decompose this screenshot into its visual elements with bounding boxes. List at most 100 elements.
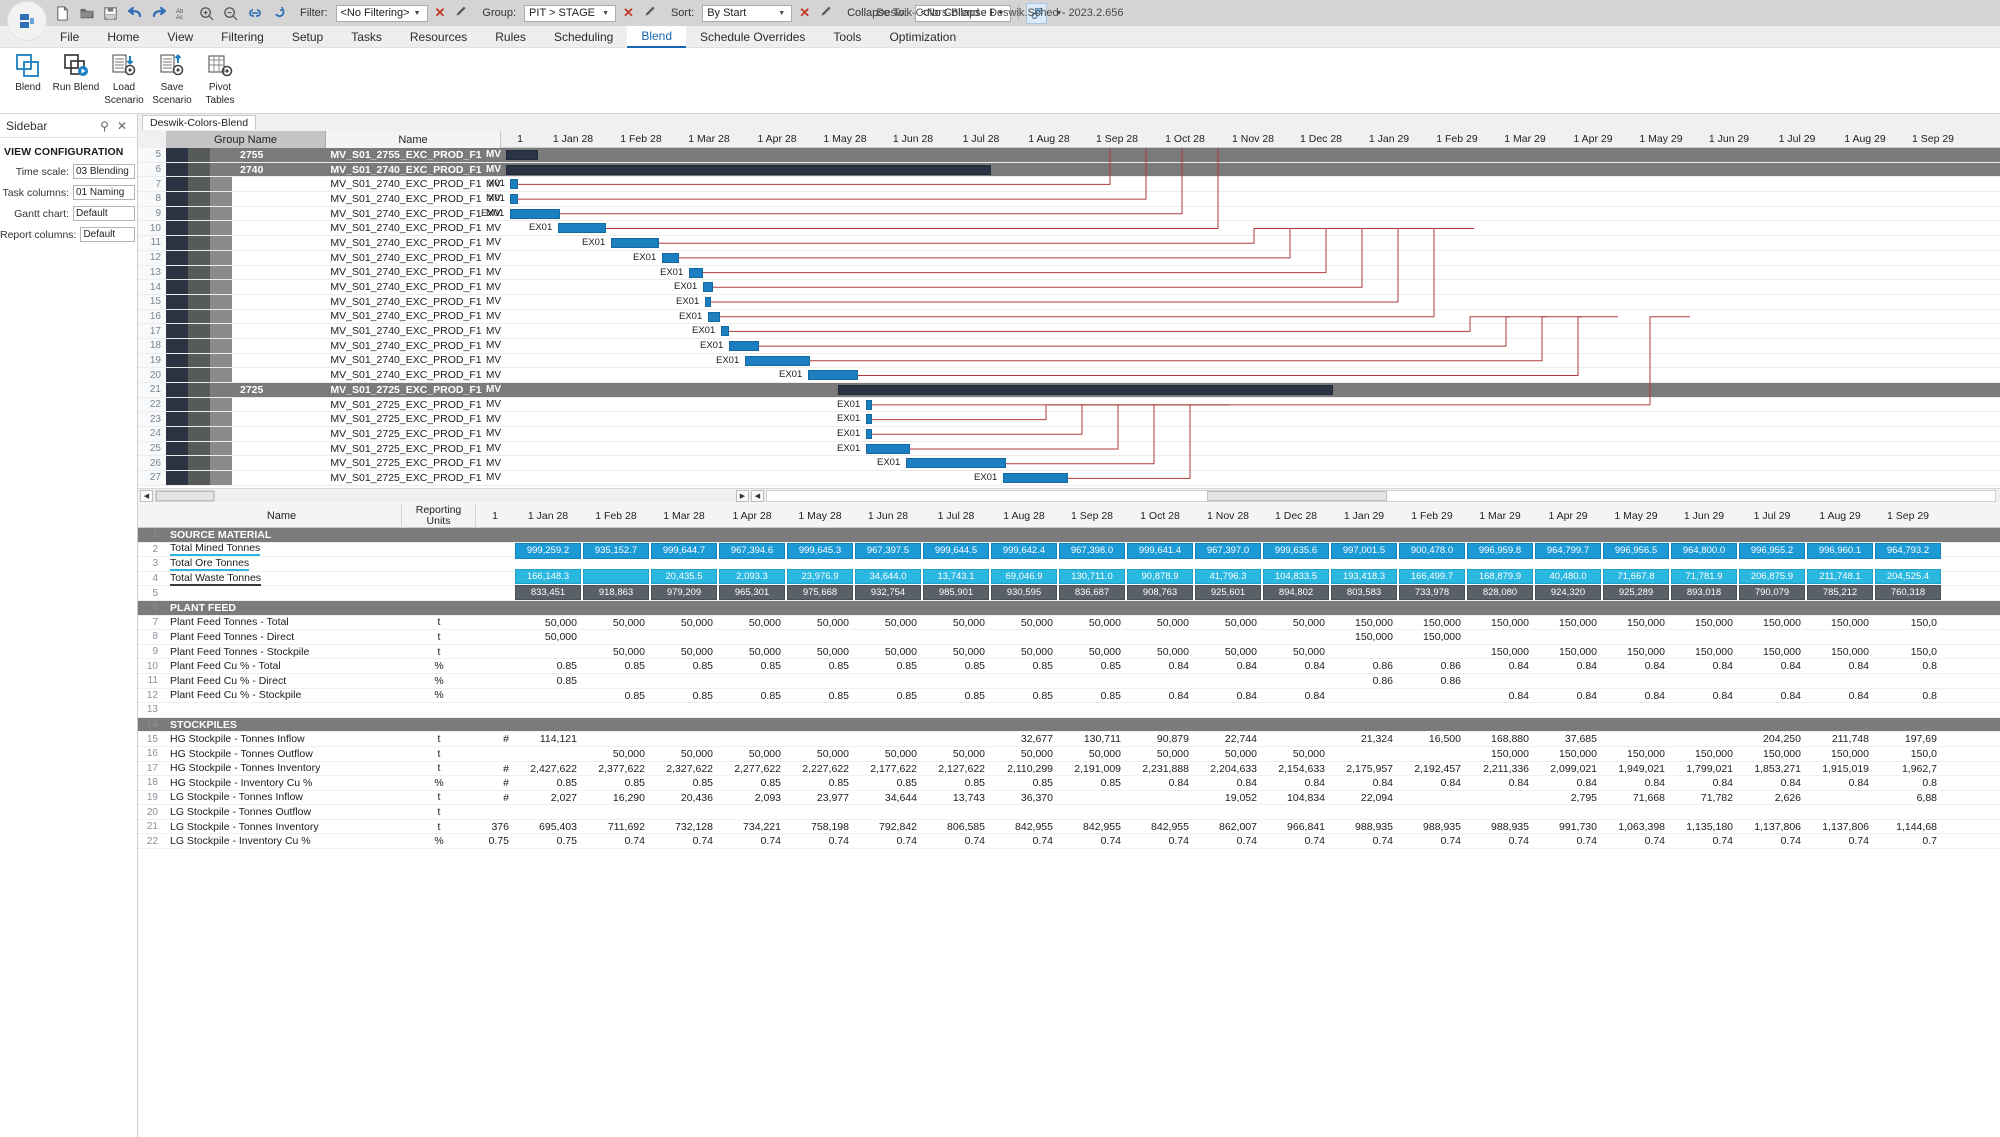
filter-combo[interactable]: <No Filtering> ▼: [335, 4, 428, 22]
report-row[interactable]: 22 LG Stockpile - Inventory Cu %% 0.75 0.75…: [138, 834, 2000, 850]
new-file-icon[interactable]: [52, 3, 73, 24]
gantt-bar[interactable]: [662, 252, 679, 263]
group-combo[interactable]: PIT > STAGE >... ▼: [524, 4, 617, 22]
gantt-row[interactable]: 8 MV_S01_2740_EXC_PROD_F1 MV X01: [138, 192, 2000, 207]
report-columns-input[interactable]: Default: [80, 227, 135, 242]
report-section-row[interactable]: 1 SOURCE MATERIAL: [138, 528, 2000, 543]
gantt-row[interactable]: 7 MV_S01_2740_EXC_PROD_F1 MV X01: [138, 177, 2000, 193]
menu-item-schedule-overrides[interactable]: Schedule Overrides: [686, 27, 819, 47]
time-scale-input[interactable]: 03 Blending: [73, 164, 135, 179]
layout-dropdown-icon[interactable]: ▼: [1050, 10, 1062, 17]
menu-item-file[interactable]: File: [46, 27, 93, 47]
gantt-row[interactable]: 6 2740 MV_S01_2740_EXC_PROD_F1 MV: [138, 162, 2000, 178]
chevron-down-icon[interactable]: ▼: [994, 10, 1009, 17]
rename-icon[interactable]: Ab Ac: [172, 3, 193, 24]
chevron-down-icon[interactable]: ▼: [410, 10, 425, 17]
gantt-timeline-scroll-left-arrow[interactable]: ◀: [751, 489, 764, 502]
gantt-bar[interactable]: [703, 282, 713, 293]
report-column-name[interactable]: Name: [162, 504, 402, 528]
gantt-bar[interactable]: [708, 311, 720, 322]
run-blend-button[interactable]: Run Blend: [52, 48, 100, 114]
menu-item-filtering[interactable]: Filtering: [207, 27, 278, 47]
gantt-row[interactable]: 10 MV_S01_2740_EXC_PROD_F1 MV EX01: [138, 221, 2000, 237]
gantt-left-scroll-track[interactable]: [155, 489, 215, 502]
gantt-bar[interactable]: [506, 150, 538, 160]
gantt-row[interactable]: 17 MV_S01_2740_EXC_PROD_F1 MV EX01: [138, 324, 2000, 339]
menu-item-setup[interactable]: Setup: [278, 27, 337, 47]
gantt-scroll-right-arrow[interactable]: ▶: [736, 489, 749, 502]
menu-item-home[interactable]: Home: [93, 27, 153, 47]
gantt-scroll-left-arrow[interactable]: ◀: [140, 489, 153, 502]
gantt-bar[interactable]: [558, 223, 606, 234]
report-row[interactable]: 4 Total Waste Tonnes: [138, 572, 2000, 587]
task-columns-input[interactable]: 01 Naming: [73, 185, 135, 200]
gantt-bar[interactable]: [729, 340, 759, 351]
report-row[interactable]: 19 LG Stockpile - Tonnes Inflow t #2,027 16,…: [138, 791, 2000, 806]
save-icon[interactable]: [100, 3, 121, 24]
report-row[interactable]: 11 Plant Feed Cu % - Direct% 0.85 0.86 0.86: [138, 674, 2000, 689]
gantt-bar[interactable]: [1003, 473, 1068, 484]
pivot-tables-button[interactable]: Pivot Tables: [196, 48, 244, 114]
gantt-bar[interactable]: [838, 385, 1333, 395]
sort-clear-button[interactable]: ✕: [795, 5, 814, 21]
report-row[interactable]: 9 Plant Feed Tonnes - Stockpile t 50,000 50,…: [138, 645, 2000, 660]
menu-item-view[interactable]: View: [153, 27, 207, 47]
gantt-bar[interactable]: [510, 208, 560, 219]
report-row[interactable]: 7 Plant Feed Tonnes - Total t 50,000 50,000 5…: [138, 616, 2000, 631]
report-row[interactable]: 10 Plant Feed Cu % - Total% 0.85 0.85 0.85 0.…: [138, 659, 2000, 674]
gantt-row[interactable]: 20 MV_S01_2740_EXC_PROD_F1 MV EX01: [138, 368, 2000, 383]
gantt-bar[interactable]: [721, 326, 729, 337]
open-folder-icon[interactable]: [76, 3, 97, 24]
blend-button[interactable]: Blend: [4, 48, 52, 114]
gantt-row[interactable]: 18 MV_S01_2740_EXC_PROD_F1 MV EX01: [138, 338, 2000, 354]
gantt-row[interactable]: 24 MV_S01_2725_EXC_PROD_F1 MV EX01: [138, 427, 2000, 442]
pin-icon[interactable]: ⚲: [96, 119, 113, 133]
gantt-column-group-name[interactable]: Group Name: [166, 131, 326, 148]
undo-icon[interactable]: [124, 3, 145, 24]
report-section-row[interactable]: 6 PLANT FEED: [138, 600, 2000, 616]
gantt-bar[interactable]: [745, 355, 810, 366]
report-row[interactable]: 5: [138, 586, 2000, 601]
zoom-in-icon[interactable]: [196, 3, 217, 24]
gantt-chart-input[interactable]: Default: [73, 206, 135, 221]
chevron-down-icon[interactable]: ▼: [774, 10, 789, 17]
gantt-row[interactable]: 22 MV_S01_2725_EXC_PROD_F1 MV EX01: [138, 397, 2000, 413]
report-row[interactable]: 16 HG Stockpile - Tonnes Outflow t 50,000 50…: [138, 747, 2000, 762]
gantt-timeline-scroll-thumb[interactable]: [1207, 490, 1387, 501]
gantt-row[interactable]: 26 MV_S01_2725_EXC_PROD_F1 MV EX01: [138, 456, 2000, 472]
filter-edit-icon[interactable]: [452, 5, 471, 21]
menu-item-rules[interactable]: Rules: [481, 27, 540, 47]
report-row[interactable]: 13: [138, 703, 2000, 718]
gantt-bar[interactable]: [689, 267, 703, 278]
group-edit-icon[interactable]: [641, 5, 660, 21]
gantt-row[interactable]: 9 MV_S01_2740_EXC_PROD_F1 MV EX01: [138, 206, 2000, 222]
zoom-out-icon[interactable]: [220, 3, 241, 24]
report-row[interactable]: 12 Plant Feed Cu % - Stockpile% 0.85 0.85 0.…: [138, 689, 2000, 704]
report-row[interactable]: 18 HG Stockpile - Inventory Cu %% #0.85 0.8…: [138, 776, 2000, 791]
menu-item-blend[interactable]: Blend: [627, 25, 687, 48]
gantt-bar[interactable]: [866, 429, 872, 440]
load-scenario-button[interactable]: Load Scenario: [100, 48, 148, 114]
layout-icon[interactable]: [1026, 2, 1048, 24]
gantt-row[interactable]: 15 MV_S01_2740_EXC_PROD_F1 MV EX01: [138, 294, 2000, 310]
report-row[interactable]: 15 HG Stockpile - Tonnes Inflow t #114,121 3…: [138, 732, 2000, 747]
menu-item-optimization[interactable]: Optimization: [875, 27, 970, 47]
gantt-bar[interactable]: [866, 399, 872, 410]
menu-item-tools[interactable]: Tools: [819, 27, 875, 47]
collapse-combo[interactable]: <No Collapse Field> ▼: [915, 4, 1012, 22]
gantt-bar[interactable]: [510, 194, 518, 205]
redo-icon[interactable]: [148, 3, 169, 24]
save-scenario-button[interactable]: Save Scenario: [148, 48, 196, 114]
gantt-bar[interactable]: [808, 370, 858, 381]
menu-item-scheduling[interactable]: Scheduling: [540, 27, 627, 47]
report-column-units[interactable]: Reporting Units: [402, 504, 476, 528]
group-clear-button[interactable]: ✕: [619, 5, 638, 21]
report-row[interactable]: 2 Total Mined Tonnes: [138, 542, 2000, 558]
gantt-horizontal-scrollbar[interactable]: ◀ ▶ ◀: [138, 488, 2000, 502]
gantt-row[interactable]: 21 2725 MV_S01_2725_EXC_PROD_F1 MV: [138, 383, 2000, 398]
gantt-column-name[interactable]: Name: [326, 131, 501, 148]
gantt-timeline-scroll-track[interactable]: [766, 489, 1996, 502]
sort-edit-icon[interactable]: [817, 5, 836, 21]
gantt-row[interactable]: 19 MV_S01_2740_EXC_PROD_F1 MV EX01: [138, 353, 2000, 369]
document-tab[interactable]: Deswik-Colors-Blend: [142, 115, 257, 130]
